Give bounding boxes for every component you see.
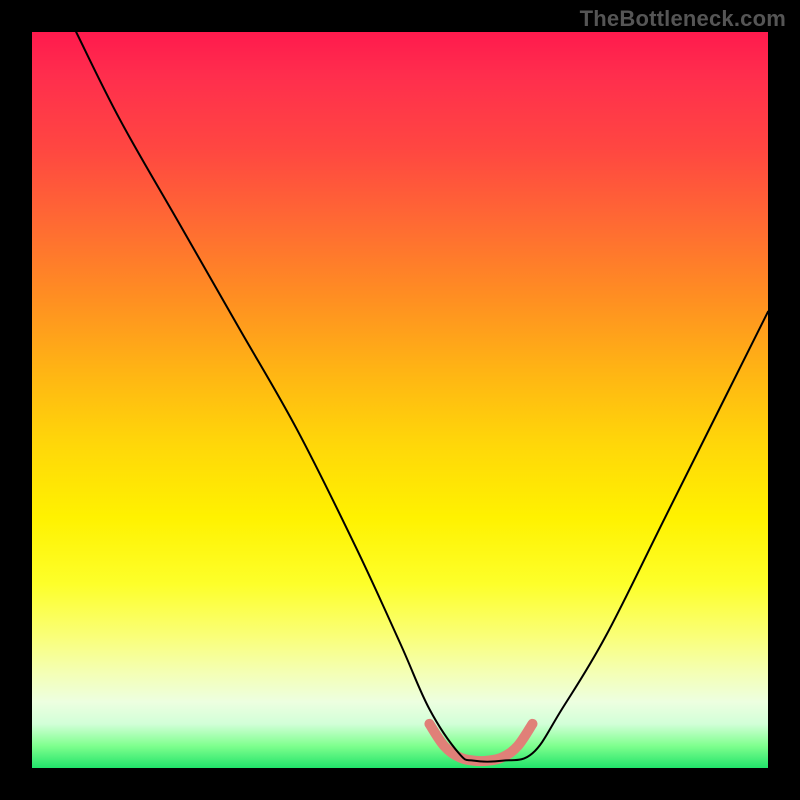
chart-frame: TheBottleneck.com xyxy=(0,0,800,800)
watermark-text: TheBottleneck.com xyxy=(580,6,786,32)
plot-area xyxy=(32,32,768,768)
optimal-zone-marker xyxy=(429,724,532,761)
bottleneck-curve xyxy=(76,32,768,762)
chart-svg xyxy=(32,32,768,768)
